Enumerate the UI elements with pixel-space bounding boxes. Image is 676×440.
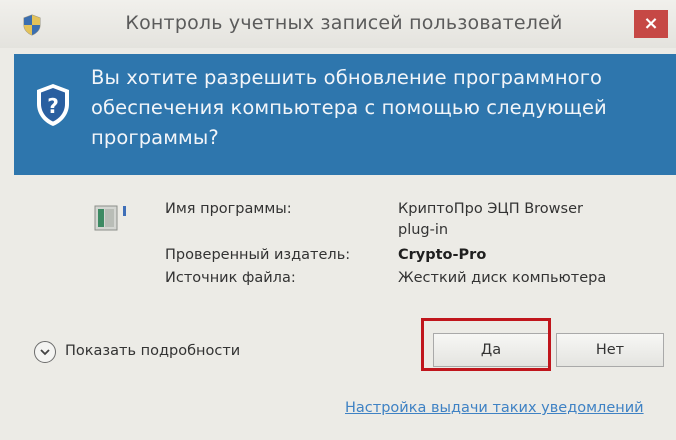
chevron-down-icon[interactable] — [34, 341, 56, 363]
no-button[interactable]: Нет — [556, 333, 664, 367]
question-shield-icon: ? — [37, 84, 69, 126]
publisher-label: Проверенный издатель: — [165, 247, 351, 263]
prompt-line-3: программы? — [91, 126, 219, 149]
prompt-banner: ? Вы хотите разрешить обновление програм… — [14, 54, 676, 175]
program-name-value: КриптоПро ЭЦП Browser plug-in — [398, 199, 668, 241]
program-icon — [94, 205, 126, 231]
close-button[interactable]: × — [634, 10, 668, 38]
program-name-line-1: КриптоПро ЭЦП Browser — [398, 201, 583, 217]
file-source-value: Жесткий диск компьютера — [398, 270, 607, 286]
publisher-value: Crypto-Pro — [398, 247, 487, 263]
prompt-question: Вы хотите разрешить обновление программн… — [91, 63, 646, 153]
uac-shield-icon — [23, 14, 41, 36]
show-details-label[interactable]: Показать подробности — [65, 343, 240, 359]
prompt-line-1: Вы хотите разрешить обновление программн… — [91, 66, 603, 89]
program-name-label: Имя программы: — [165, 201, 292, 217]
svg-text:?: ? — [47, 94, 59, 118]
highlight-frame — [421, 318, 551, 371]
title-bar: Контроль учетных записей пользователей × — [0, 0, 676, 48]
prompt-line-2: обеспечения компьютера с помощью следующ… — [91, 96, 607, 119]
window-title: Контроль учетных записей пользователей — [125, 12, 563, 34]
notification-settings-link[interactable]: Настройка выдачи таких уведомлений — [345, 400, 644, 416]
file-source-label: Источник файла: — [165, 270, 296, 286]
program-name-line-2: plug-in — [398, 222, 449, 238]
